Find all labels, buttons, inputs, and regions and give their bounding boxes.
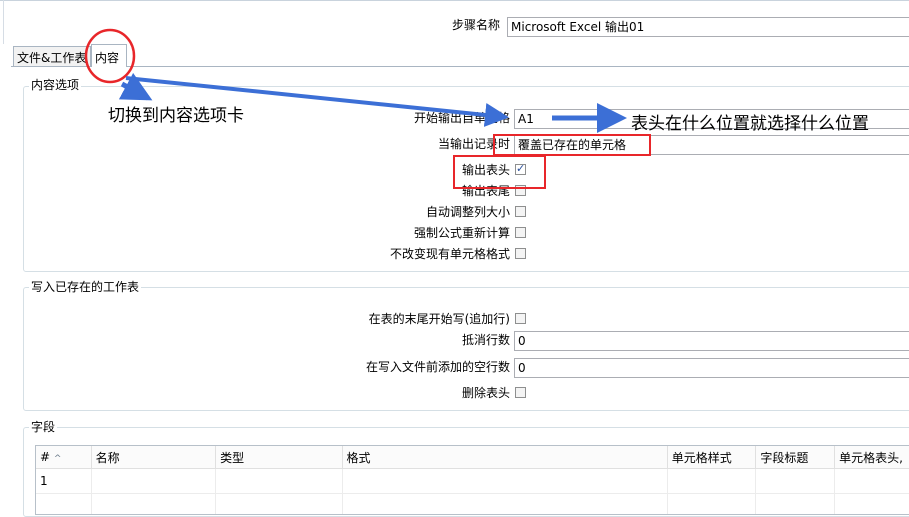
table-cell-index: 1 [36,468,92,494]
column-header-cell-header[interactable]: 单元格表头, [834,446,909,469]
sort-ascending-icon: ^ [53,454,62,464]
offset-rows-input[interactable]: 0 [514,331,909,351]
offset-rows-label: 抵消行数 [461,333,510,347]
tab-content[interactable]: 内容 [91,44,127,67]
append-rows-label: 在表的末尾开始写(追加行) [368,312,510,326]
keep-cell-format-checkbox[interactable] [515,248,526,259]
table-cell-name[interactable] [91,468,217,494]
on-output-label: 当输出记录时 [437,137,510,151]
force-formula-recalc-label: 强制公式重新计算 [413,226,510,240]
remove-header-checkbox[interactable] [515,387,526,398]
fields-header-row: # ^ 名称 类型 格式 单元格样式 字段标题 单元格表头, [36,446,909,469]
fields-table: # ^ 名称 类型 格式 单元格样式 字段标题 单元格表头, 1 [36,446,909,514]
existing-sheet-title: 写入已存在的工作表 [29,280,142,294]
tab-file-worksheet-label: 文件&工作表 [17,51,87,65]
table-cell-field-title[interactable] [755,468,836,494]
switch-tab-note: 切换到内容选项卡 [108,106,244,126]
keep-cell-format-label: 不改变现有单元格格式 [389,247,510,261]
force-formula-recalc-checkbox[interactable] [515,227,526,238]
fields-table-wrapper: # ^ 名称 类型 格式 单元格样式 字段标题 单元格表头, 1 [35,445,909,515]
fields-title: 字段 [29,420,58,434]
header-position-note: 表头在什么位置就选择什么位置 [631,114,869,134]
table-row[interactable] [36,493,909,514]
tab-file-worksheet[interactable]: 文件&工作表 [13,46,91,66]
column-header-field-title[interactable]: 字段标题 [755,446,836,469]
table-row[interactable]: 1 [36,468,909,494]
column-header-cell-style[interactable]: 单元格样式 [667,446,757,469]
on-output-highlight [493,134,651,156]
content-options-title: 内容选项 [29,78,82,92]
auto-size-columns-checkbox[interactable] [515,206,526,217]
window-left-border [3,0,4,44]
column-header-name[interactable]: 名称 [91,446,217,469]
column-header-index[interactable]: # ^ [36,446,92,469]
append-rows-checkbox[interactable] [515,313,526,324]
table-cell-type[interactable] [215,468,343,494]
table-cell-format[interactable] [342,468,668,494]
remove-header-label: 删除表头 [461,386,510,400]
column-header-format[interactable]: 格式 [342,446,668,469]
step-name-label: 步骤名称 [451,18,500,32]
blank-lines-label: 在写入文件前添加的空行数 [365,360,510,374]
step-name-input[interactable]: Microsoft Excel 输出01 [507,17,909,37]
tab-strip-line [11,66,909,67]
table-cell-cell-style[interactable] [667,468,757,494]
tab-content-label: 内容 [95,51,120,65]
window-top-border [0,0,909,1]
table-cell-cell-header[interactable] [834,468,909,494]
column-header-type[interactable]: 类型 [215,446,343,469]
auto-size-columns-label: 自动调整列大小 [425,205,510,219]
output-header-highlight [453,155,546,189]
blank-lines-input[interactable]: 0 [514,358,909,378]
start-cell-label: 开始输出自单元格 [413,111,510,125]
